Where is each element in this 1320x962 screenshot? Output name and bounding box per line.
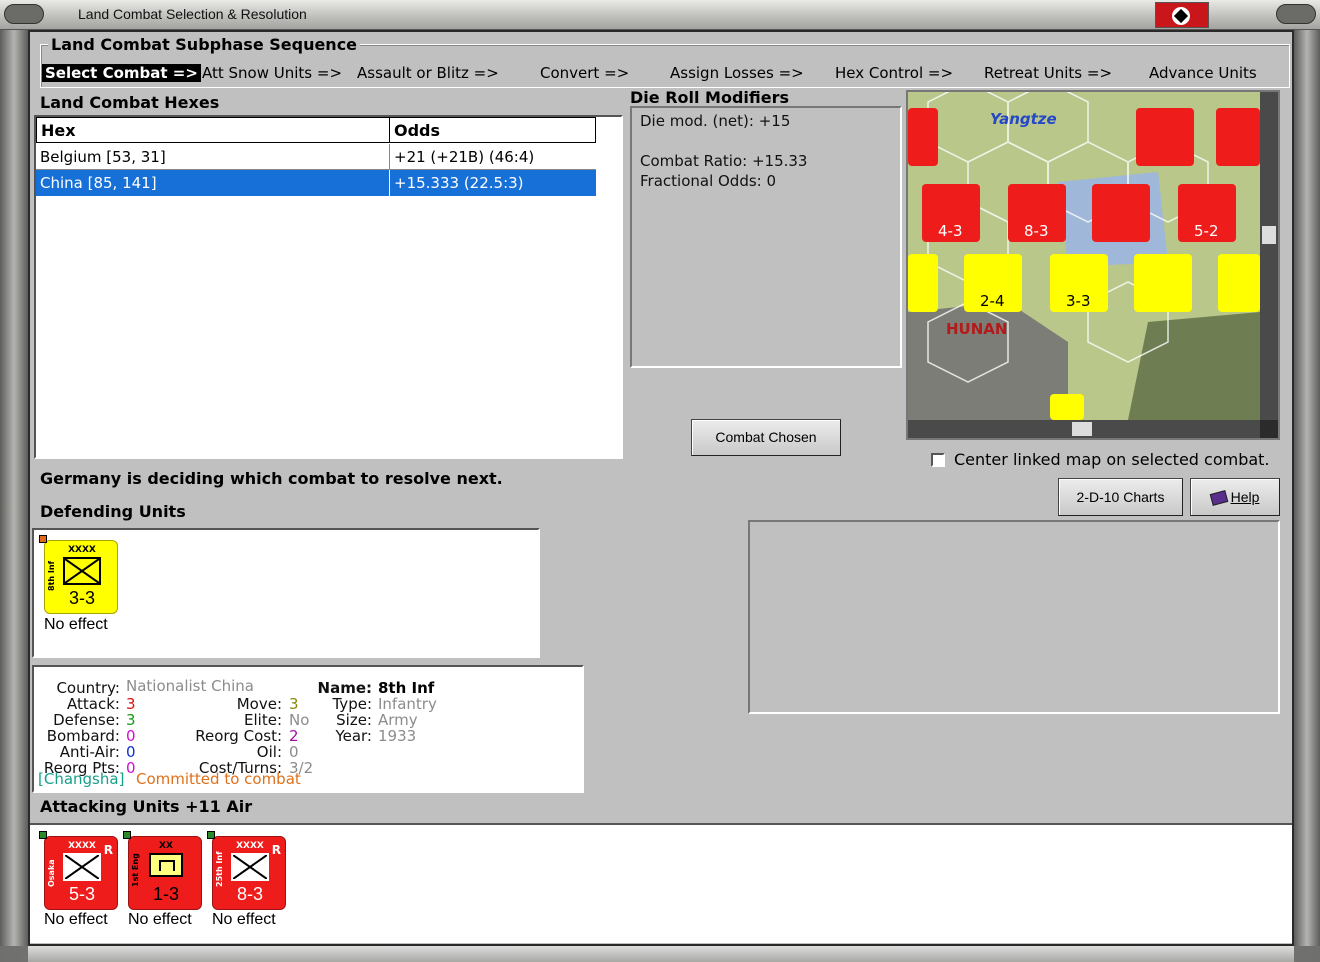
map-unit[interactable]: 2-4: [964, 254, 1022, 312]
attacking-units-panel: XXXX Osaka R 5-3 No effect XX 1st Eng 1-…: [30, 823, 1292, 943]
infantry-icon: [231, 853, 269, 881]
map-unit[interactable]: 8-3: [1008, 184, 1066, 242]
hex-column-header[interactable]: Hex: [36, 117, 390, 143]
defending-unit-result: No effect: [44, 616, 108, 633]
status-message: Germany is deciding which combat to reso…: [40, 469, 503, 488]
map-unit[interactable]: [908, 254, 938, 312]
unit-commit-status: Committed to combat: [136, 770, 301, 788]
phase-step-assault-blitz: Assault or Blitz =>: [357, 64, 499, 82]
unit-status-dot: [39, 535, 47, 543]
help-book-icon: [1209, 490, 1228, 507]
mountain-infantry-icon: [63, 853, 101, 881]
infantry-icon: [63, 557, 101, 585]
map-unit[interactable]: 5-2: [1178, 184, 1236, 242]
phase-sequence-title: Land Combat Subphase Sequence: [48, 35, 361, 54]
modifiers-box: Die mod. (net): +15 Combat Ratio: +15.33…: [630, 106, 902, 368]
hexes-table[interactable]: Hex Odds Belgium [53, 31] +21 (+21B) (46…: [34, 115, 623, 459]
charts-button[interactable]: 2-D-10 Charts: [1058, 478, 1183, 516]
unit-location: [Changsha]: [38, 770, 125, 788]
close-icon[interactable]: [1276, 4, 1316, 24]
unit-info-panel: Country: Nationalist China Attack: 3 Def…: [32, 665, 584, 793]
map-label-yangtze: Yangtze: [990, 110, 1057, 128]
map-unit[interactable]: 3-3: [1050, 254, 1108, 312]
map-unit[interactable]: [1218, 254, 1260, 312]
hex-row-0-odds[interactable]: +21 (+21B) (46:4): [390, 144, 596, 170]
unit-flag: R: [271, 843, 281, 857]
map-unit[interactable]: [1092, 184, 1150, 242]
modifiers-title: Die Roll Modifiers: [630, 88, 790, 107]
defending-unit-8th-inf[interactable]: XXXX 8th Inf 3-3: [39, 535, 118, 614]
system-menu-icon[interactable]: [4, 4, 44, 24]
map-unit[interactable]: [1050, 394, 1084, 420]
reorgpts-value: 0: [126, 759, 136, 777]
unit-name: 25th Inf: [215, 851, 224, 887]
hex-row-1-hex[interactable]: China [85, 141]: [36, 170, 390, 196]
map-unit[interactable]: [1136, 108, 1194, 166]
phase-step-assign-losses: Assign Losses =>: [670, 64, 804, 82]
hexes-title: Land Combat Hexes: [40, 93, 220, 112]
phase-step-att-snow: Att Snow Units =>: [202, 64, 343, 82]
modifier-combat-ratio: Combat Ratio: +15.33: [640, 152, 808, 170]
year-label: Year:: [335, 727, 372, 745]
unit-status-dot: [207, 831, 215, 839]
unit-strength: 3-3: [68, 588, 95, 608]
attacking-unit-result: No effect: [44, 911, 108, 928]
combat-chosen-button[interactable]: Combat Chosen: [691, 419, 841, 456]
country-value: Nationalist China: [126, 677, 254, 695]
unit-status-dot: [39, 831, 47, 839]
engineer-icon: [149, 853, 183, 877]
map-unit[interactable]: 4-3: [922, 184, 980, 242]
bottom-border: [28, 946, 1294, 962]
unit-size: XX: [159, 841, 173, 851]
attacking-unit-result: No effect: [128, 911, 192, 928]
defending-title: Defending Units: [40, 502, 186, 521]
map-label-hunan: HUNAN: [946, 320, 1008, 338]
hex-row-1-odds[interactable]: +15.333 (22.5:3): [390, 170, 596, 196]
help-label: Help: [1230, 489, 1260, 505]
unit-strength: 8-3: [236, 884, 263, 904]
defending-units-panel: XXXX 8th Inf 3-3 No effect: [32, 528, 540, 658]
center-map-checkbox[interactable]: [931, 453, 945, 467]
map-vertical-scrollbar[interactable]: [1260, 92, 1278, 420]
map-horizontal-scrollbar[interactable]: [908, 420, 1260, 438]
unit-flag: R: [103, 843, 113, 857]
modifier-die-mod: Die mod. (net): +15: [640, 112, 791, 130]
attacking-unit-25th-inf[interactable]: XXXX 25th Inf R 8-3: [207, 831, 286, 910]
phase-step-select-combat: Select Combat =>: [42, 64, 201, 82]
unit-strength: 5-3: [68, 884, 95, 904]
attacking-unit-result: No effect: [212, 911, 276, 928]
unit-name: 8th Inf: [47, 560, 56, 591]
unit-name: Osaka: [47, 859, 56, 887]
map-unit[interactable]: [1216, 108, 1260, 166]
hex-row-0-hex[interactable]: Belgium [53, 31]: [36, 144, 390, 170]
odds-column-header[interactable]: Odds: [389, 117, 596, 143]
map-unit[interactable]: [908, 108, 938, 166]
title-bar[interactable]: Land Combat Selection & Resolution: [0, 0, 1320, 30]
unit-name: 1st Eng: [131, 853, 140, 887]
map-hscroll-thumb[interactable]: [1072, 422, 1092, 436]
unit-status-dot: [123, 831, 131, 839]
left-border: [0, 30, 28, 946]
attacking-unit-osaka[interactable]: XXXX Osaka R 5-3: [39, 831, 118, 910]
phase-step-convert: Convert =>: [540, 64, 630, 82]
unit-strength: 1-3: [152, 884, 179, 904]
year-value: 1933: [378, 727, 417, 745]
center-map-label[interactable]: Center linked map on selected combat.: [954, 450, 1270, 469]
map-vscroll-thumb[interactable]: [1262, 226, 1276, 244]
linked-map[interactable]: Yangtze HUNAN 4-3 8-3 5-2 2-4 3-3: [906, 90, 1280, 440]
window-title: Land Combat Selection & Resolution: [78, 6, 307, 22]
flag-icon: [1155, 2, 1209, 28]
attacking-unit-1st-eng[interactable]: XX 1st Eng 1-3: [123, 831, 202, 910]
attacking-title: Attacking Units +11 Air: [40, 797, 253, 816]
map-unit[interactable]: [1134, 254, 1192, 312]
help-button[interactable]: Help: [1190, 478, 1280, 516]
unit-size: XXXX: [68, 545, 96, 555]
phase-step-advance-units: Advance Units: [1149, 64, 1257, 82]
right-border: [1294, 30, 1320, 946]
modifier-fractional-odds: Fractional Odds: 0: [640, 172, 777, 190]
results-box: [748, 520, 1280, 714]
phase-step-hex-control: Hex Control =>: [835, 64, 954, 82]
phase-step-retreat-units: Retreat Units =>: [984, 64, 1113, 82]
